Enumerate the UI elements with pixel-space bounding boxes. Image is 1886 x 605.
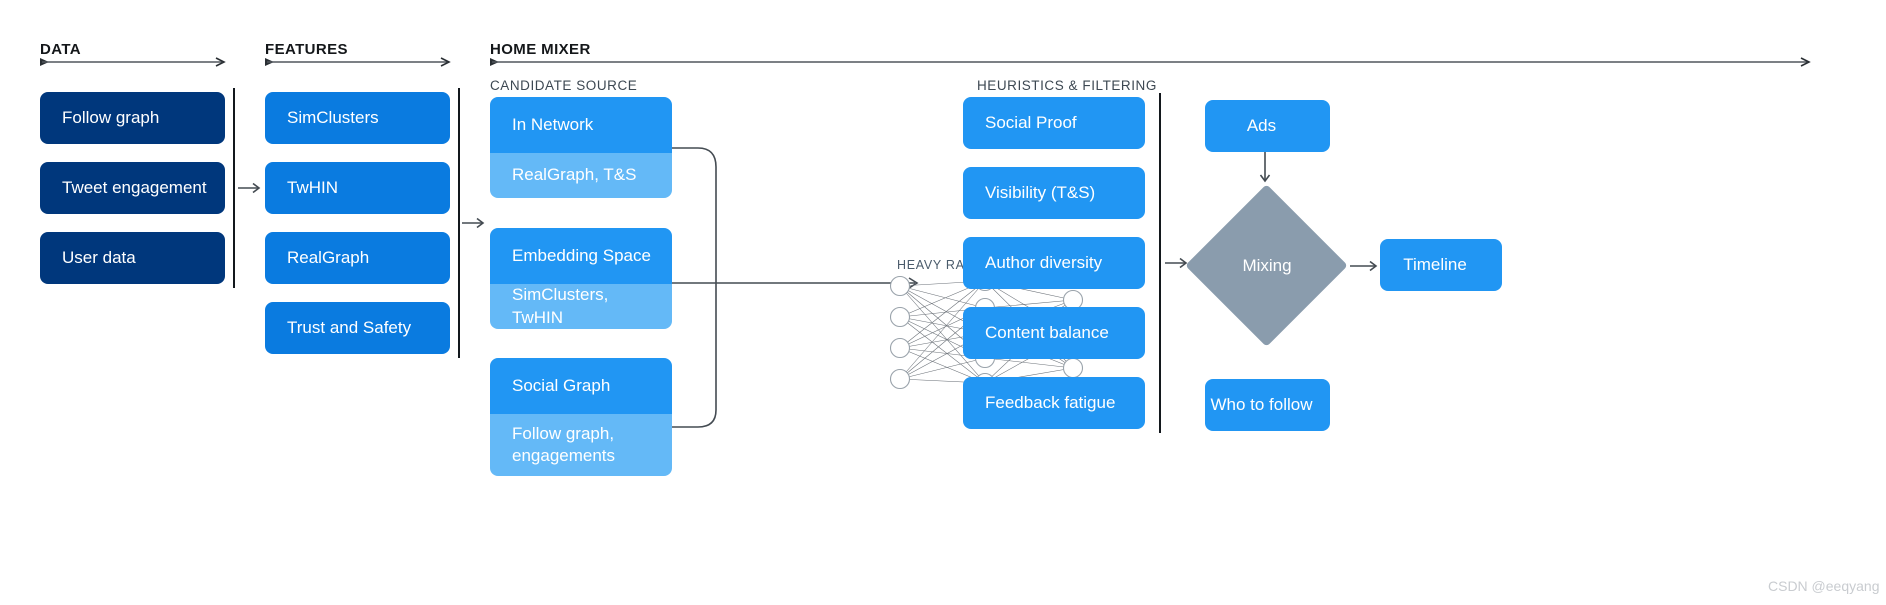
who-to-follow-box-label: Who to follow [1210,395,1313,415]
arrow-data-to-features [238,181,264,200]
data-box-label: Tweet engagement [62,178,207,198]
heuristic-box-label: Social Proof [985,113,1077,133]
ads-box-label: Ads [1246,116,1277,136]
heuristic-box-visibility[interactable]: Visibility (T&S) [963,167,1145,219]
candidate-source-social-graph[interactable]: Social Graph Follow graph, engagements [490,358,672,476]
mixing-diamond-label: Mixing [1242,256,1292,275]
candidate-source-title: Social Graph [490,358,672,414]
diagram-canvas: DATA FEATURES HOME MIXER CANDIDATE SOURC… [0,0,1886,605]
divider-data-features [233,88,235,288]
candidate-source-embedding-space[interactable]: Embedding Space SimClusters, TwHIN [490,228,672,329]
heuristic-box-social-proof[interactable]: Social Proof [963,97,1145,149]
subsection-title-candidate-source: CANDIDATE SOURCE [490,78,638,93]
subsection-title-heuristics: HEURISTICS & FILTERING [977,78,1157,93]
section-rule-home-mixer [490,56,1815,68]
data-box-label: User data [62,248,136,268]
heuristic-box-content-balance[interactable]: Content balance [963,307,1145,359]
data-box-user-data[interactable]: User data [40,232,225,284]
data-box-label: Follow graph [62,108,160,128]
candidate-source-subtitle: RealGraph, T&S [490,153,672,198]
heuristic-box-label: Author diversity [985,253,1103,273]
feature-box-trust-and-safety[interactable]: Trust and Safety [265,302,450,354]
data-box-follow-graph[interactable]: Follow graph [40,92,225,144]
feature-box-label: SimClusters [287,108,379,128]
watermark: CSDN @eeqyang [1768,578,1880,594]
feature-box-label: Trust and Safety [287,318,412,338]
heuristic-box-label: Feedback fatigue [985,393,1116,413]
arrow-mixing-to-timeline [1350,259,1382,278]
feature-box-realgraph[interactable]: RealGraph [265,232,450,284]
candidate-source-subtitle: Follow graph, engagements [490,414,672,476]
section-rule-features [265,56,455,68]
mixing-diamond[interactable]: Mixing [1185,184,1348,347]
heuristic-box-label: Visibility (T&S) [985,183,1096,203]
divider-features-home [458,88,460,358]
ads-box[interactable]: Ads [1205,100,1330,152]
feature-box-simclusters[interactable]: SimClusters [265,92,450,144]
candidate-source-subtitle: SimClusters, TwHIN [490,284,672,329]
feature-box-twhin[interactable]: TwHIN [265,162,450,214]
feature-box-label: TwHIN [287,178,338,198]
candidate-source-title: Embedding Space [490,228,672,284]
candidate-source-in-network[interactable]: In Network RealGraph, T&S [490,97,672,198]
feature-box-label: RealGraph [287,248,370,268]
heuristic-box-label: Content balance [985,323,1109,343]
timeline-box-label: Timeline [1403,255,1467,275]
candidate-source-title: In Network [490,97,672,153]
section-rule-data [40,56,230,68]
divider-heuristics-mixing [1159,93,1161,433]
who-to-follow-box[interactable]: Who to follow [1205,379,1330,431]
data-box-tweet-engagement[interactable]: Tweet engagement [40,162,225,214]
arrow-features-to-candidates [462,216,488,235]
heuristic-box-feedback-fatigue[interactable]: Feedback fatigue [963,377,1145,429]
heuristic-box-author-diversity[interactable]: Author diversity [963,237,1145,289]
timeline-box[interactable]: Timeline [1380,239,1502,291]
